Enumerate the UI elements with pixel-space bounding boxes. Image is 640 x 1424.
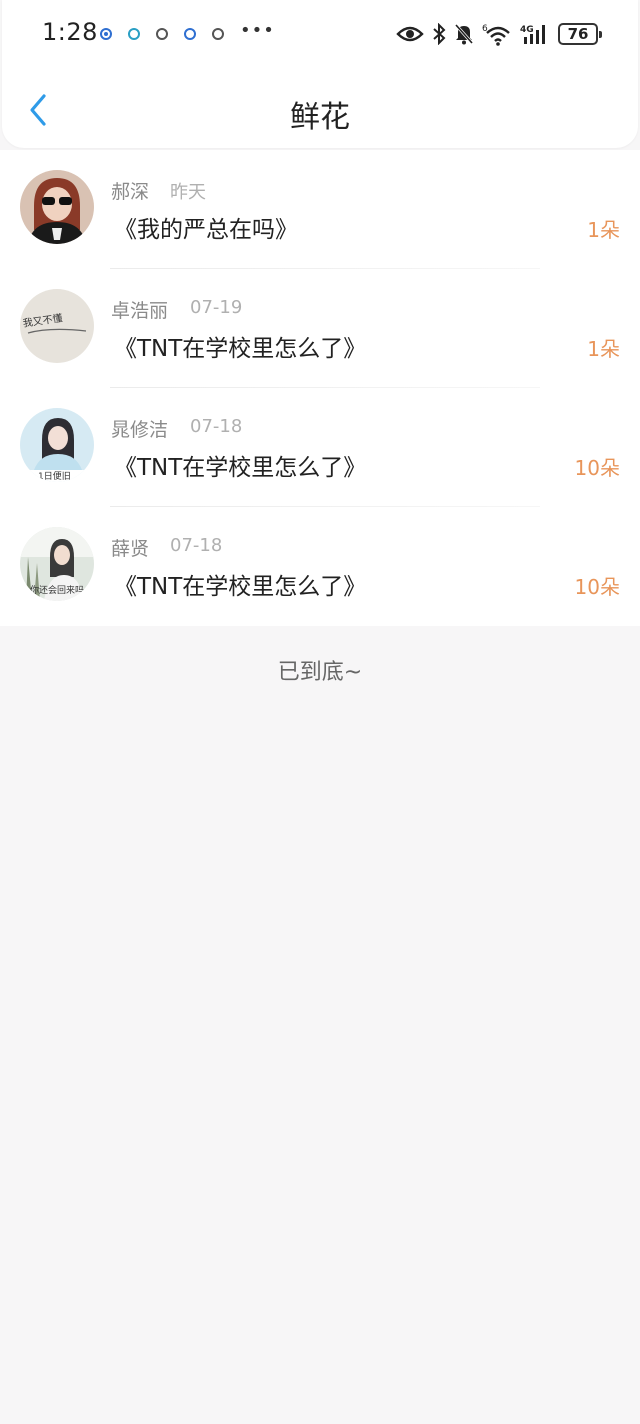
avatar[interactable]: 你还会回来吗 [20, 527, 94, 601]
user-photo-icon: 1日便旧 [20, 408, 94, 482]
app-notification-icon [184, 28, 196, 40]
bluetooth-icon [433, 23, 446, 45]
more-notifications-icon: ••• [240, 19, 275, 41]
status-bar: 1:28 ••• 6 4G 76 [2, 0, 638, 70]
post-title[interactable]: 《TNT在学校里怎么了》 [114, 567, 366, 601]
app-notification-icon [100, 28, 112, 40]
app-notification-icon [128, 28, 140, 40]
send-date: 07-18 [190, 416, 243, 437]
user-photo-icon: 你还会回来吗 [20, 527, 94, 601]
end-of-list-text: 已到底~ [277, 660, 363, 685]
notification-icons: ••• [100, 20, 275, 41]
flower-count: 1朵 [587, 218, 620, 242]
list-item[interactable]: 郝深 昨天 《我的严总在吗》 1朵 [0, 150, 640, 269]
eye-icon [396, 26, 424, 42]
svg-text:1日便旧: 1日便旧 [38, 470, 71, 482]
list-item[interactable]: 我又不懂 卓浩丽 07-19 《TNT在学校里怎么了》 1朵 [0, 269, 640, 388]
status-time: 1:28 [42, 18, 98, 46]
app-notification-icon [212, 28, 224, 40]
post-title[interactable]: 《TNT在学校里怎么了》 [114, 329, 366, 363]
bell-mute-icon [454, 24, 474, 45]
send-date: 07-19 [190, 297, 243, 318]
list-item[interactable]: 1日便旧 晁修洁 07-18 《TNT在学校里怎么了》 10朵 [0, 388, 640, 507]
system-icons: 6 4G 76 [396, 20, 602, 48]
flower-count: 10朵 [574, 456, 620, 480]
wifi-icon: 6 [482, 24, 510, 46]
send-date: 昨天 [170, 182, 206, 203]
header: 1:28 ••• 6 4G 76 鲜花 [2, 0, 638, 148]
svg-text:你还会回来吗: 你还会回来吗 [30, 584, 84, 596]
battery-icon: 76 [558, 23, 602, 45]
post-title[interactable]: 《TNT在学校里怎么了》 [114, 448, 366, 482]
sender-name: 晁修洁 [111, 419, 169, 441]
svg-text:4G: 4G [520, 25, 534, 35]
user-photo-icon [20, 170, 94, 244]
flower-count: 1朵 [587, 337, 620, 361]
avatar[interactable] [20, 170, 94, 244]
flower-list: 郝深 昨天 《我的严总在吗》 1朵 我又不懂 卓浩丽 07-19 《TNT在学校… [0, 150, 640, 626]
post-title[interactable]: 《我的严总在吗》 [114, 210, 298, 244]
sender-name: 薛贤 [111, 538, 150, 560]
list-item[interactable]: 你还会回来吗 薛贤 07-18 《TNT在学校里怎么了》 10朵 [0, 507, 640, 626]
sender-name: 郝深 [111, 181, 150, 203]
avatar[interactable]: 我又不懂 [20, 289, 94, 363]
send-date: 07-18 [170, 535, 223, 556]
user-photo-icon: 我又不懂 [20, 289, 94, 363]
flower-count: 10朵 [574, 575, 620, 599]
cellular-signal-icon: 4G [520, 25, 545, 44]
sender-name: 卓浩丽 [111, 300, 169, 322]
nav-bar: 鲜花 [2, 70, 638, 148]
page-title: 鲜花 [290, 100, 350, 135]
avatar[interactable]: 1日便旧 [20, 408, 94, 482]
app-notification-icon [156, 28, 168, 40]
